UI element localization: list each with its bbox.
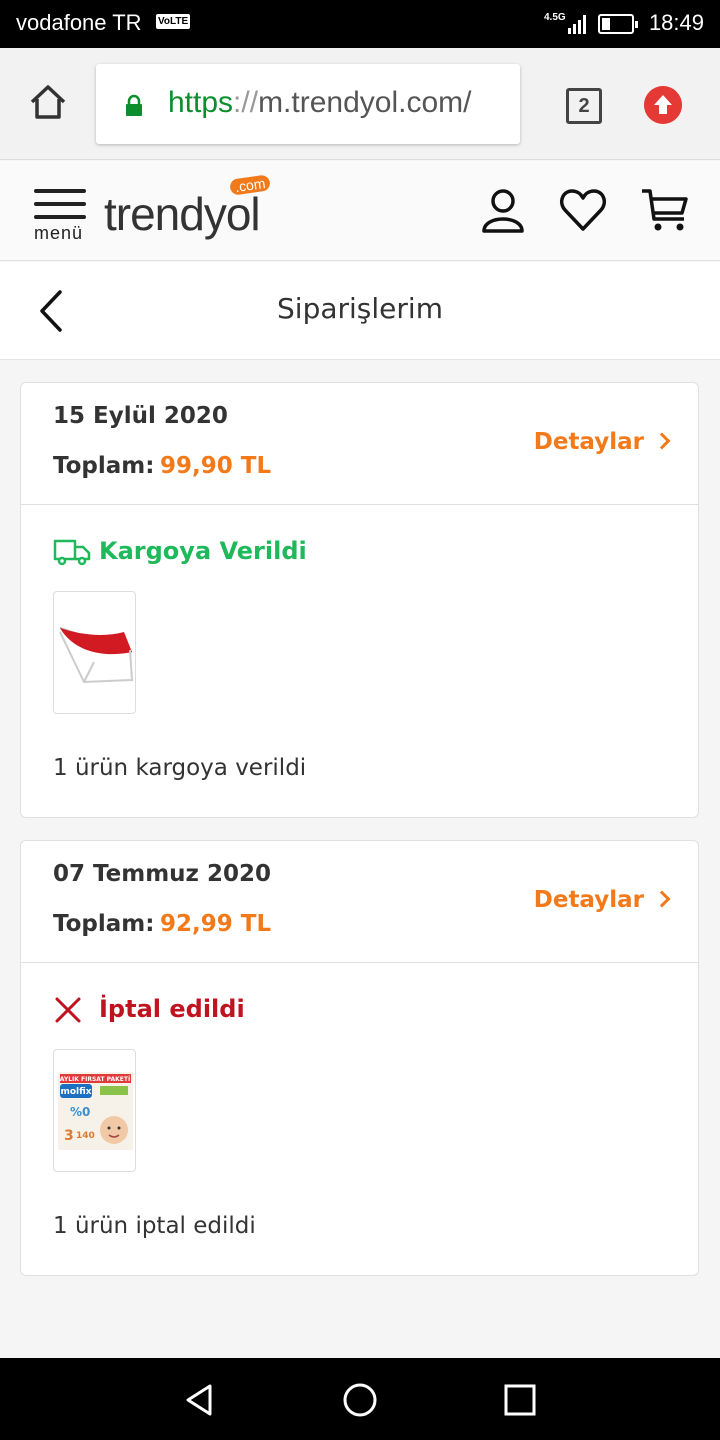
diaper-pack-image: AYLIK FIRSAT PAKETİ molfix %0 3 140 bbox=[58, 1072, 133, 1150]
logo-com: .com bbox=[229, 174, 272, 196]
order-summary: 1 ürün iptal edildi bbox=[53, 1213, 256, 1239]
url-separator: :// bbox=[233, 86, 259, 119]
back-icon[interactable] bbox=[180, 1380, 220, 1420]
close-icon bbox=[55, 997, 81, 1023]
android-nav-bar bbox=[0, 1358, 720, 1440]
lock-icon bbox=[126, 94, 142, 116]
order-body: İptal edildi AYLIK FIRSAT PAKETİ molfix … bbox=[21, 963, 698, 1275]
order-details-link[interactable]: Detaylar bbox=[533, 887, 671, 913]
status-text: İptal edildi bbox=[99, 995, 245, 1023]
signal-icon bbox=[568, 15, 586, 34]
order-card: 15 Eylül 2020 Toplam: 99,90 TL Detaylar … bbox=[20, 382, 699, 818]
url-host: m.trendyol.com/ bbox=[258, 86, 472, 119]
product-thumbnail[interactable] bbox=[53, 591, 136, 714]
order-date: 15 Eylül 2020 bbox=[53, 403, 228, 429]
order-summary: 1 ürün kargoya verildi bbox=[53, 755, 307, 781]
address-bar[interactable]: https://m.trendyol.com/ bbox=[96, 64, 520, 144]
carrier-name: vodafone TR bbox=[16, 10, 142, 35]
browser-toolbar: https://m.trendyol.com/ 2 bbox=[0, 48, 720, 160]
menu-button[interactable]: menü bbox=[32, 187, 88, 243]
thumb-size-text: 3 bbox=[64, 1128, 74, 1144]
chevron-right-icon bbox=[653, 890, 671, 908]
hamburger-icon bbox=[34, 189, 86, 193]
chevron-right-icon bbox=[653, 432, 671, 450]
hammock-image bbox=[59, 627, 134, 684]
order-total-label: Toplam: bbox=[53, 453, 155, 479]
thumb-brand-text: molfix bbox=[60, 1087, 91, 1097]
menu-label: menü bbox=[34, 223, 84, 243]
recents-icon[interactable] bbox=[500, 1380, 540, 1420]
hamburger-bar bbox=[34, 215, 86, 219]
url-scheme: https bbox=[168, 86, 234, 119]
home-icon[interactable] bbox=[26, 80, 70, 124]
svg-text:%0: %0 bbox=[70, 1105, 90, 1119]
thumb-banner-text: AYLIK FIRSAT PAKETİ bbox=[60, 1076, 130, 1083]
site-header: menü trendyol .com bbox=[0, 161, 720, 261]
hamburger-bar bbox=[34, 202, 86, 206]
order-total-value: 99,90 TL bbox=[160, 453, 272, 479]
order-total-label: Toplam: bbox=[53, 911, 155, 937]
product-thumbnail[interactable]: AYLIK FIRSAT PAKETİ molfix %0 3 140 bbox=[53, 1049, 136, 1172]
page-header: Siparişlerim bbox=[0, 262, 720, 360]
user-icon[interactable] bbox=[478, 185, 528, 235]
order-header: 15 Eylül 2020 Toplam: 99,90 TL Detaylar bbox=[21, 383, 698, 505]
order-card: 07 Temmuz 2020 Toplam: 92,99 TL Detaylar… bbox=[20, 840, 699, 1276]
thumb-count-text: 140 bbox=[76, 1131, 95, 1141]
status-bar: vodafone TR VoLTE 4.5G 18:49 bbox=[0, 0, 720, 48]
logo-word: trendyol bbox=[104, 188, 261, 240]
truck-icon bbox=[53, 539, 91, 566]
url-text: https://m.trendyol.com/ bbox=[168, 86, 471, 120]
order-total-value: 92,99 TL bbox=[160, 911, 272, 937]
home-circle-icon[interactable] bbox=[340, 1380, 380, 1420]
tab-switcher-button[interactable]: 2 bbox=[566, 88, 602, 124]
battery-icon bbox=[598, 14, 638, 34]
details-label: Detaylar bbox=[533, 887, 644, 913]
volte-badge: VoLTE bbox=[156, 14, 191, 29]
clock: 18:49 bbox=[648, 10, 704, 35]
order-header: 07 Temmuz 2020 Toplam: 92,99 TL Detaylar bbox=[21, 841, 698, 963]
cart-icon[interactable] bbox=[640, 185, 690, 235]
details-label: Detaylar bbox=[533, 429, 644, 455]
order-date: 07 Temmuz 2020 bbox=[53, 861, 271, 887]
order-body: Kargoya Verildi 1 ürün kargoya verildi bbox=[21, 505, 698, 817]
status-text: Kargoya Verildi bbox=[99, 537, 307, 565]
update-icon[interactable] bbox=[644, 86, 682, 124]
order-details-link[interactable]: Detaylar bbox=[533, 429, 671, 455]
heart-icon[interactable] bbox=[558, 185, 608, 235]
page-title: Siparişlerim bbox=[277, 292, 443, 325]
